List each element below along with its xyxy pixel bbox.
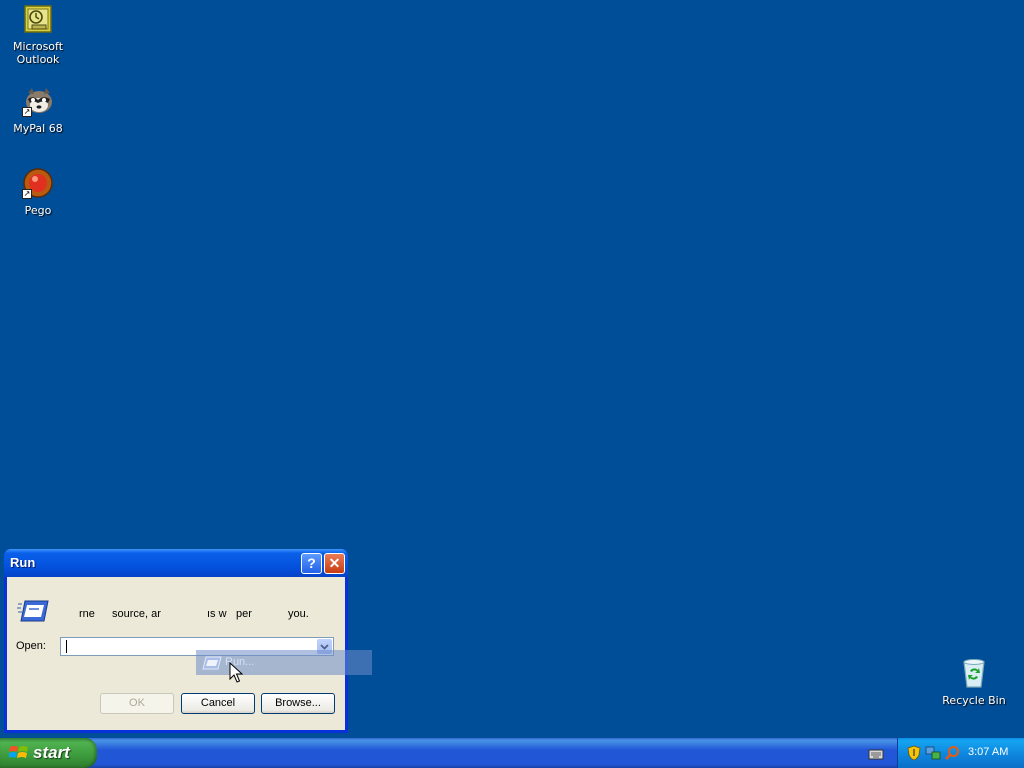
clock[interactable]: 3:07 AM <box>968 746 1008 758</box>
desktop-icon-label: Outlook <box>16 53 60 66</box>
cancel-button[interactable]: Cancel <box>181 693 255 714</box>
desktop-icon-label: Microsoft <box>12 40 64 53</box>
run-description-text: source, ar <box>112 608 161 620</box>
browse-button[interactable]: Browse... <box>261 693 335 714</box>
close-button[interactable]: ✕ <box>324 553 345 574</box>
desktop: Microsoft Outlook ↗ MyPal 68 ↗ Pego Recy… <box>0 0 1024 738</box>
run-dialog-title: Run <box>10 555 36 570</box>
desktop-icon-label: Pego <box>24 204 52 217</box>
mouse-cursor-icon <box>229 661 244 688</box>
desktop-icon-pego[interactable]: ↗ Pego <box>0 167 76 217</box>
run-description-text: ıs w <box>207 608 227 620</box>
system-tray: 3:07 AM <box>897 738 1024 768</box>
search-icon[interactable] <box>944 745 960 765</box>
shortcut-arrow-icon: ↗ <box>22 107 32 117</box>
desktop-icon-label: MyPal 68 <box>13 122 63 135</box>
network-icon[interactable] <box>925 745 941 765</box>
text-caret <box>66 640 67 653</box>
desktop-icon-mypal[interactable]: ↗ MyPal 68 <box>0 85 76 135</box>
run-description-text: you. <box>288 608 309 620</box>
open-label: Open: <box>16 640 46 652</box>
run-description-text: rne <box>79 608 95 620</box>
start-label: start <box>33 743 70 762</box>
drag-ghost-run-item: Run... <box>196 650 372 675</box>
recycle-bin-icon <box>958 657 990 689</box>
ok-button[interactable]: OK <box>100 693 174 714</box>
windows-logo-icon <box>8 744 29 766</box>
run-dialog: Run ? ✕ rne source, ar ıs w per you. Ope… <box>4 549 348 733</box>
shortcut-arrow-icon: ↗ <box>22 189 32 199</box>
taskbar: start 3:07 AM <box>0 738 1024 768</box>
help-button[interactable]: ? <box>301 553 322 574</box>
desktop-icon-label: Recycle Bin <box>942 694 1006 707</box>
security-shield-icon[interactable] <box>906 745 922 765</box>
run-description-text: per <box>236 608 252 620</box>
desktop-icon-recycle-bin[interactable]: Recycle Bin <box>936 657 1012 707</box>
start-button[interactable]: start <box>0 738 97 768</box>
mypal-raccoon-icon: ↗ <box>22 85 54 117</box>
outlook-icon <box>22 3 54 35</box>
desktop-icon-microsoft-outlook[interactable]: Microsoft Outlook <box>0 3 76 66</box>
run-dialog-titlebar[interactable]: Run ? ✕ <box>4 549 348 577</box>
pego-icon: ↗ <box>22 167 54 199</box>
run-program-icon <box>17 599 49 627</box>
keyboard-icon[interactable] <box>868 746 884 765</box>
run-program-icon <box>202 655 222 674</box>
